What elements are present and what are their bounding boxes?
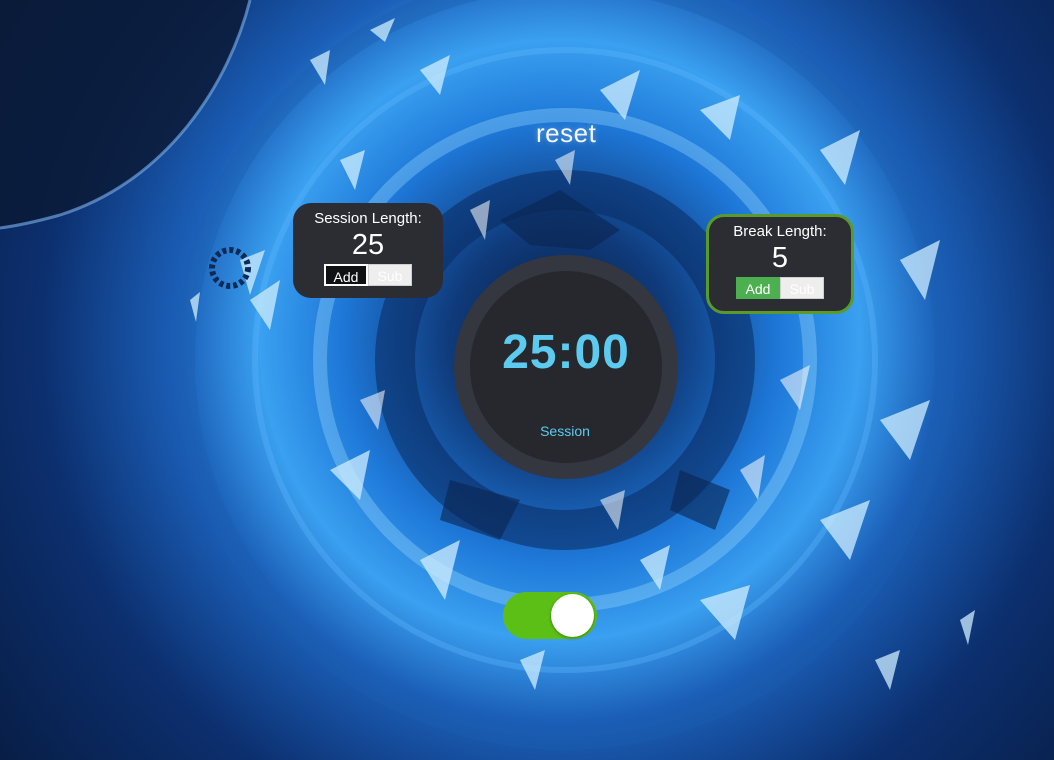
toggle-knob: [551, 594, 594, 637]
break-length-title: Break Length:: [733, 223, 827, 240]
break-sub-button[interactable]: Sub: [780, 277, 824, 299]
break-length-controls: Add Sub: [709, 277, 851, 299]
start-stop-toggle[interactable]: [503, 592, 597, 639]
break-length-panel: Break Length: 5 Add Sub: [706, 214, 854, 314]
session-length-title: Session Length:: [314, 210, 422, 227]
reset-button[interactable]: reset: [536, 118, 596, 149]
timer-mode-label: Session: [540, 423, 590, 439]
timer-clock[interactable]: 25:00 Session: [454, 255, 678, 479]
session-length-controls: Add Sub: [293, 264, 443, 286]
session-length-value: 25: [351, 229, 385, 261]
break-length-value: 5: [771, 242, 789, 274]
session-add-button[interactable]: Add: [324, 264, 368, 286]
break-add-button[interactable]: Add: [736, 277, 780, 299]
session-sub-button[interactable]: Sub: [368, 264, 412, 286]
timer-time: 25:00: [502, 326, 630, 379]
session-length-panel: Session Length: 25 Add Sub: [293, 203, 443, 298]
